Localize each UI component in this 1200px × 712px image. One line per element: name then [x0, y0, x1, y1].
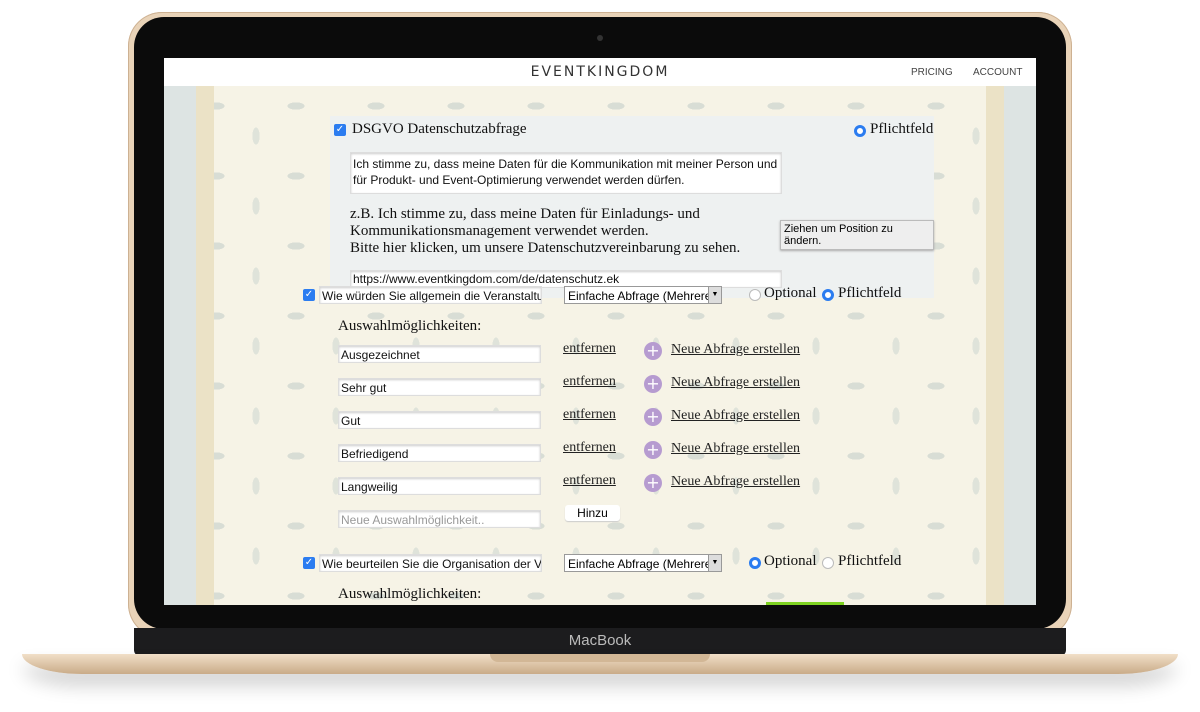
q2-options-label: Auswahlmöglichkeiten:	[338, 586, 482, 602]
remove-option-link[interactable]: entfernen	[563, 473, 616, 489]
screen: EVENTKINGDOM PRICING ACCOUNT ✓ DSGVO Dat…	[164, 58, 1036, 605]
hint-line: z.B. Ich stimme zu, dass meine Daten für…	[350, 206, 700, 222]
nav-pricing[interactable]: PRICING	[911, 67, 953, 78]
plus-icon[interactable]: +	[644, 342, 662, 360]
chevron-down-icon: ▼	[708, 287, 721, 303]
device-label: MacBook	[568, 632, 632, 649]
dsgvo-section: ✓ DSGVO Datenschutzabfrage Pflichtfeld I…	[330, 116, 934, 298]
q2-question-input[interactable]: Wie beurteilen Sie die Organisation der …	[319, 554, 542, 572]
q2-optional-label: Optional	[764, 553, 817, 569]
logo[interactable]: EVENTKINGDOM	[164, 64, 1036, 80]
new-query-link[interactable]: Neue Abfrage erstellen	[671, 375, 800, 391]
q2-type-select[interactable]: Einfache Abfrage (Mehrere ▼	[564, 554, 722, 572]
option-input[interactable]: Sehr gut	[338, 378, 541, 396]
chevron-down-icon: ▼	[708, 555, 721, 571]
remove-option-link[interactable]: entfernen	[563, 407, 616, 423]
dsgvo-title: DSGVO Datenschutzabfrage	[352, 121, 527, 137]
site-header: EVENTKINGDOM PRICING ACCOUNT	[164, 58, 1036, 86]
save-button[interactable]	[766, 602, 844, 605]
drag-tooltip: Ziehen um Position zu ändern.	[780, 220, 934, 250]
q1-required-radio[interactable]	[822, 289, 834, 301]
q1-options-label: Auswahlmöglichkeiten:	[338, 318, 482, 334]
camera-icon	[597, 35, 603, 41]
new-query-link[interactable]: Neue Abfrage erstellen	[671, 342, 800, 358]
q2-required-radio[interactable]	[822, 557, 834, 569]
q2-optional-radio[interactable]	[749, 557, 761, 569]
select-value: Einfache Abfrage (Mehrere	[568, 289, 712, 303]
hint-line: Kommunikationsmanagement verwendet werde…	[350, 223, 649, 239]
q2-required-label: Pflichtfeld	[838, 553, 902, 569]
plus-icon[interactable]: +	[644, 441, 662, 459]
plus-icon[interactable]: +	[644, 474, 662, 492]
plus-icon[interactable]: +	[644, 408, 662, 426]
new-query-link[interactable]: Neue Abfrage erstellen	[671, 441, 800, 457]
nav-account[interactable]: ACCOUNT	[973, 67, 1022, 78]
option-input[interactable]: Befriedigend	[338, 444, 541, 462]
dsgvo-hint: z.B. Ich stimme zu, dass meine Daten für…	[350, 206, 740, 257]
form-panel: ✓ DSGVO Datenschutzabfrage Pflichtfeld I…	[196, 86, 1004, 605]
remove-option-link[interactable]: entfernen	[563, 440, 616, 456]
q1-type-select[interactable]: Einfache Abfrage (Mehrere ▼	[564, 286, 722, 304]
add-option-button[interactable]: Hinzu	[565, 505, 620, 521]
new-query-link[interactable]: Neue Abfrage erstellen	[671, 408, 800, 424]
dsgvo-required-label: Pflichtfeld	[870, 121, 934, 137]
new-query-link[interactable]: Neue Abfrage erstellen	[671, 474, 800, 490]
dsgvo-checkbox[interactable]: ✓	[334, 124, 346, 136]
laptop-notch	[490, 654, 710, 662]
dsgvo-text-area[interactable]: Ich stimme zu, dass meine Daten für die …	[350, 152, 782, 194]
new-option-input[interactable]: Neue Auswahlmöglichkeit..	[338, 510, 541, 528]
q1-checkbox[interactable]: ✓	[303, 289, 315, 301]
dsgvo-required-radio[interactable]	[854, 125, 866, 137]
q1-required-label: Pflichtfeld	[838, 285, 902, 301]
q1-optional-radio[interactable]	[749, 289, 761, 301]
option-input[interactable]: Langweilig	[338, 477, 541, 495]
select-value: Einfache Abfrage (Mehrere	[568, 557, 712, 571]
option-input[interactable]: Ausgezeichnet	[338, 345, 541, 363]
option-input[interactable]: Gut	[338, 411, 541, 429]
plus-icon[interactable]: +	[644, 375, 662, 393]
q1-question-input[interactable]: Wie würden Sie allgemein die Veranstaltu…	[319, 286, 542, 304]
hint-link[interactable]: Bitte hier klicken, um unsere Datenschut…	[350, 240, 740, 257]
q2-checkbox[interactable]: ✓	[303, 557, 315, 569]
remove-option-link[interactable]: entfernen	[563, 374, 616, 390]
remove-option-link[interactable]: entfernen	[563, 341, 616, 357]
q1-optional-label: Optional	[764, 285, 817, 301]
